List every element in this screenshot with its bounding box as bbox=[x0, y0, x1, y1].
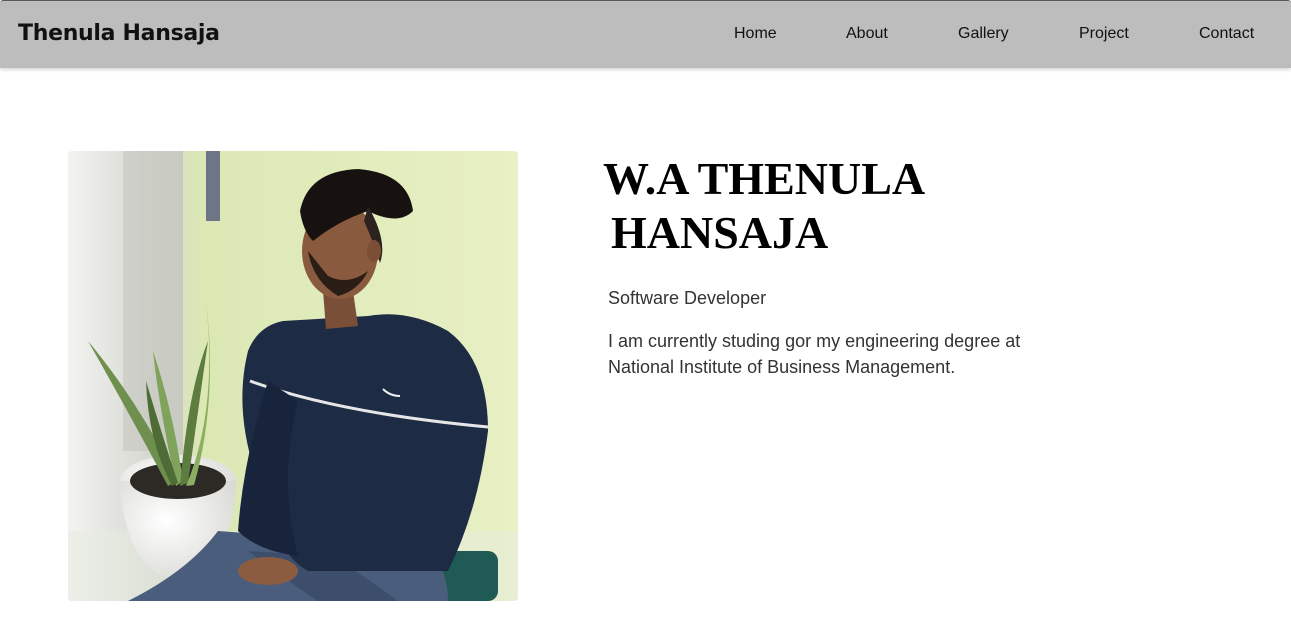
hero-name-line2: HANSAJA bbox=[611, 207, 829, 258]
profile-photo-illustration bbox=[68, 151, 518, 601]
hero-role: Software Developer bbox=[608, 288, 767, 308]
nav-link-contact[interactable]: Contact bbox=[1199, 25, 1254, 43]
nav-link-about[interactable]: About bbox=[846, 25, 888, 43]
navbar: Thenula Hansaja Home About Gallery Proje… bbox=[0, 0, 1291, 68]
nav-link-home[interactable]: Home bbox=[734, 25, 777, 43]
hero-name-line1: W.A THENULA bbox=[603, 153, 926, 204]
nav-menu: Home About Gallery Project Contact bbox=[0, 25, 1291, 47]
hero-bio: I am currently studing gor my engineerin… bbox=[608, 331, 1021, 377]
nav-link-gallery[interactable]: Gallery bbox=[958, 25, 1009, 43]
profile-photo bbox=[68, 151, 518, 601]
hero-name-heading: W.A THENULA HANSAJA bbox=[603, 152, 1023, 260]
nav-link-project[interactable]: Project bbox=[1079, 25, 1129, 43]
